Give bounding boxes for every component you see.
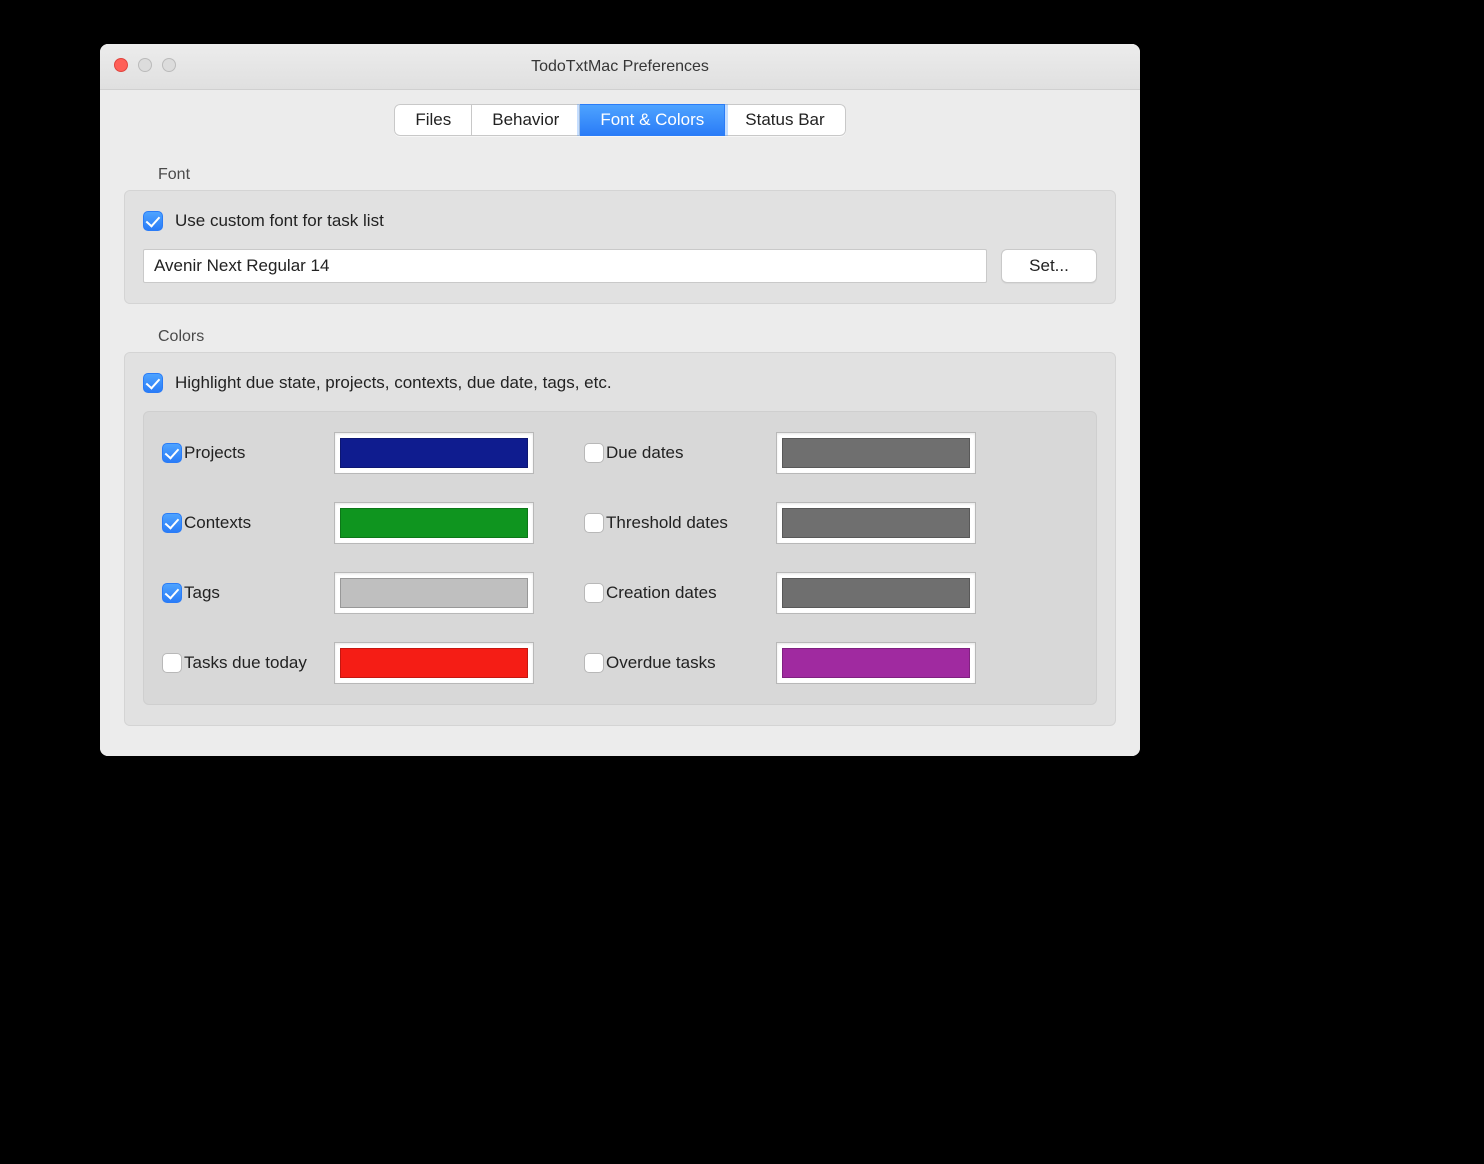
projects-color-well[interactable] [334,432,534,474]
tasks-due-today-checkbox[interactable] [162,653,182,673]
highlight-label: Highlight due state, projects, contexts,… [175,373,612,393]
overdue-tasks-color-well[interactable] [776,642,976,684]
use-custom-font-checkbox[interactable] [143,211,163,231]
tab-bar: Files Behavior Font & Colors Status Bar [100,90,1140,146]
projects-label: Projects [184,443,334,463]
tags-checkbox[interactable] [162,583,182,603]
overdue-tasks-label: Overdue tasks [606,653,776,673]
projects-color-swatch [340,438,528,468]
contexts-label: Contexts [184,513,334,533]
creation-dates-label: Creation dates [606,583,776,603]
close-button[interactable] [114,58,128,72]
tags-color-swatch [340,578,528,608]
contexts-color-well[interactable] [334,502,534,544]
threshold-dates-color-well[interactable] [776,502,976,544]
content-area: Font Use custom font for task list Aveni… [100,146,1140,756]
font-heading: Font [158,166,1116,184]
traffic-lights [114,58,176,72]
due-dates-color-swatch [782,438,970,468]
colors-heading: Colors [158,328,1116,346]
creation-dates-color-well[interactable] [776,572,976,614]
due-dates-color-well[interactable] [776,432,976,474]
tab-behavior[interactable]: Behavior [472,104,580,136]
due-dates-label: Due dates [606,443,776,463]
overdue-tasks-checkbox[interactable] [584,653,604,673]
colors-group: Highlight due state, projects, contexts,… [124,352,1116,726]
tab-status-bar[interactable]: Status Bar [725,104,845,136]
titlebar: TodoTxtMac Preferences [100,44,1140,90]
set-font-button[interactable]: Set... [1001,249,1097,283]
overdue-tasks-color-swatch [782,648,970,678]
contexts-color-swatch [340,508,528,538]
font-display-field[interactable]: Avenir Next Regular 14 [143,249,987,283]
tasks-due-today-color-well[interactable] [334,642,534,684]
zoom-button[interactable] [162,58,176,72]
threshold-dates-color-swatch [782,508,970,538]
highlight-checkbox[interactable] [143,373,163,393]
tasks-due-today-color-swatch [340,648,528,678]
threshold-dates-checkbox[interactable] [584,513,604,533]
projects-checkbox[interactable] [162,443,182,463]
window-title: TodoTxtMac Preferences [531,58,709,76]
font-group: Use custom font for task list Avenir Nex… [124,190,1116,304]
preferences-window: TodoTxtMac Preferences Files Behavior Fo… [100,44,1140,756]
tags-color-well[interactable] [334,572,534,614]
contexts-checkbox[interactable] [162,513,182,533]
minimize-button[interactable] [138,58,152,72]
due-dates-checkbox[interactable] [584,443,604,463]
creation-dates-checkbox[interactable] [584,583,604,603]
use-custom-font-label: Use custom font for task list [175,211,384,231]
colors-grid: Projects Due dates Contexts Threshold da… [143,411,1097,705]
tasks-due-today-label: Tasks due today [184,653,334,673]
tags-label: Tags [184,583,334,603]
creation-dates-color-swatch [782,578,970,608]
tab-files[interactable]: Files [394,104,472,136]
threshold-dates-label: Threshold dates [606,513,776,533]
tab-font-colors[interactable]: Font & Colors [580,104,725,136]
